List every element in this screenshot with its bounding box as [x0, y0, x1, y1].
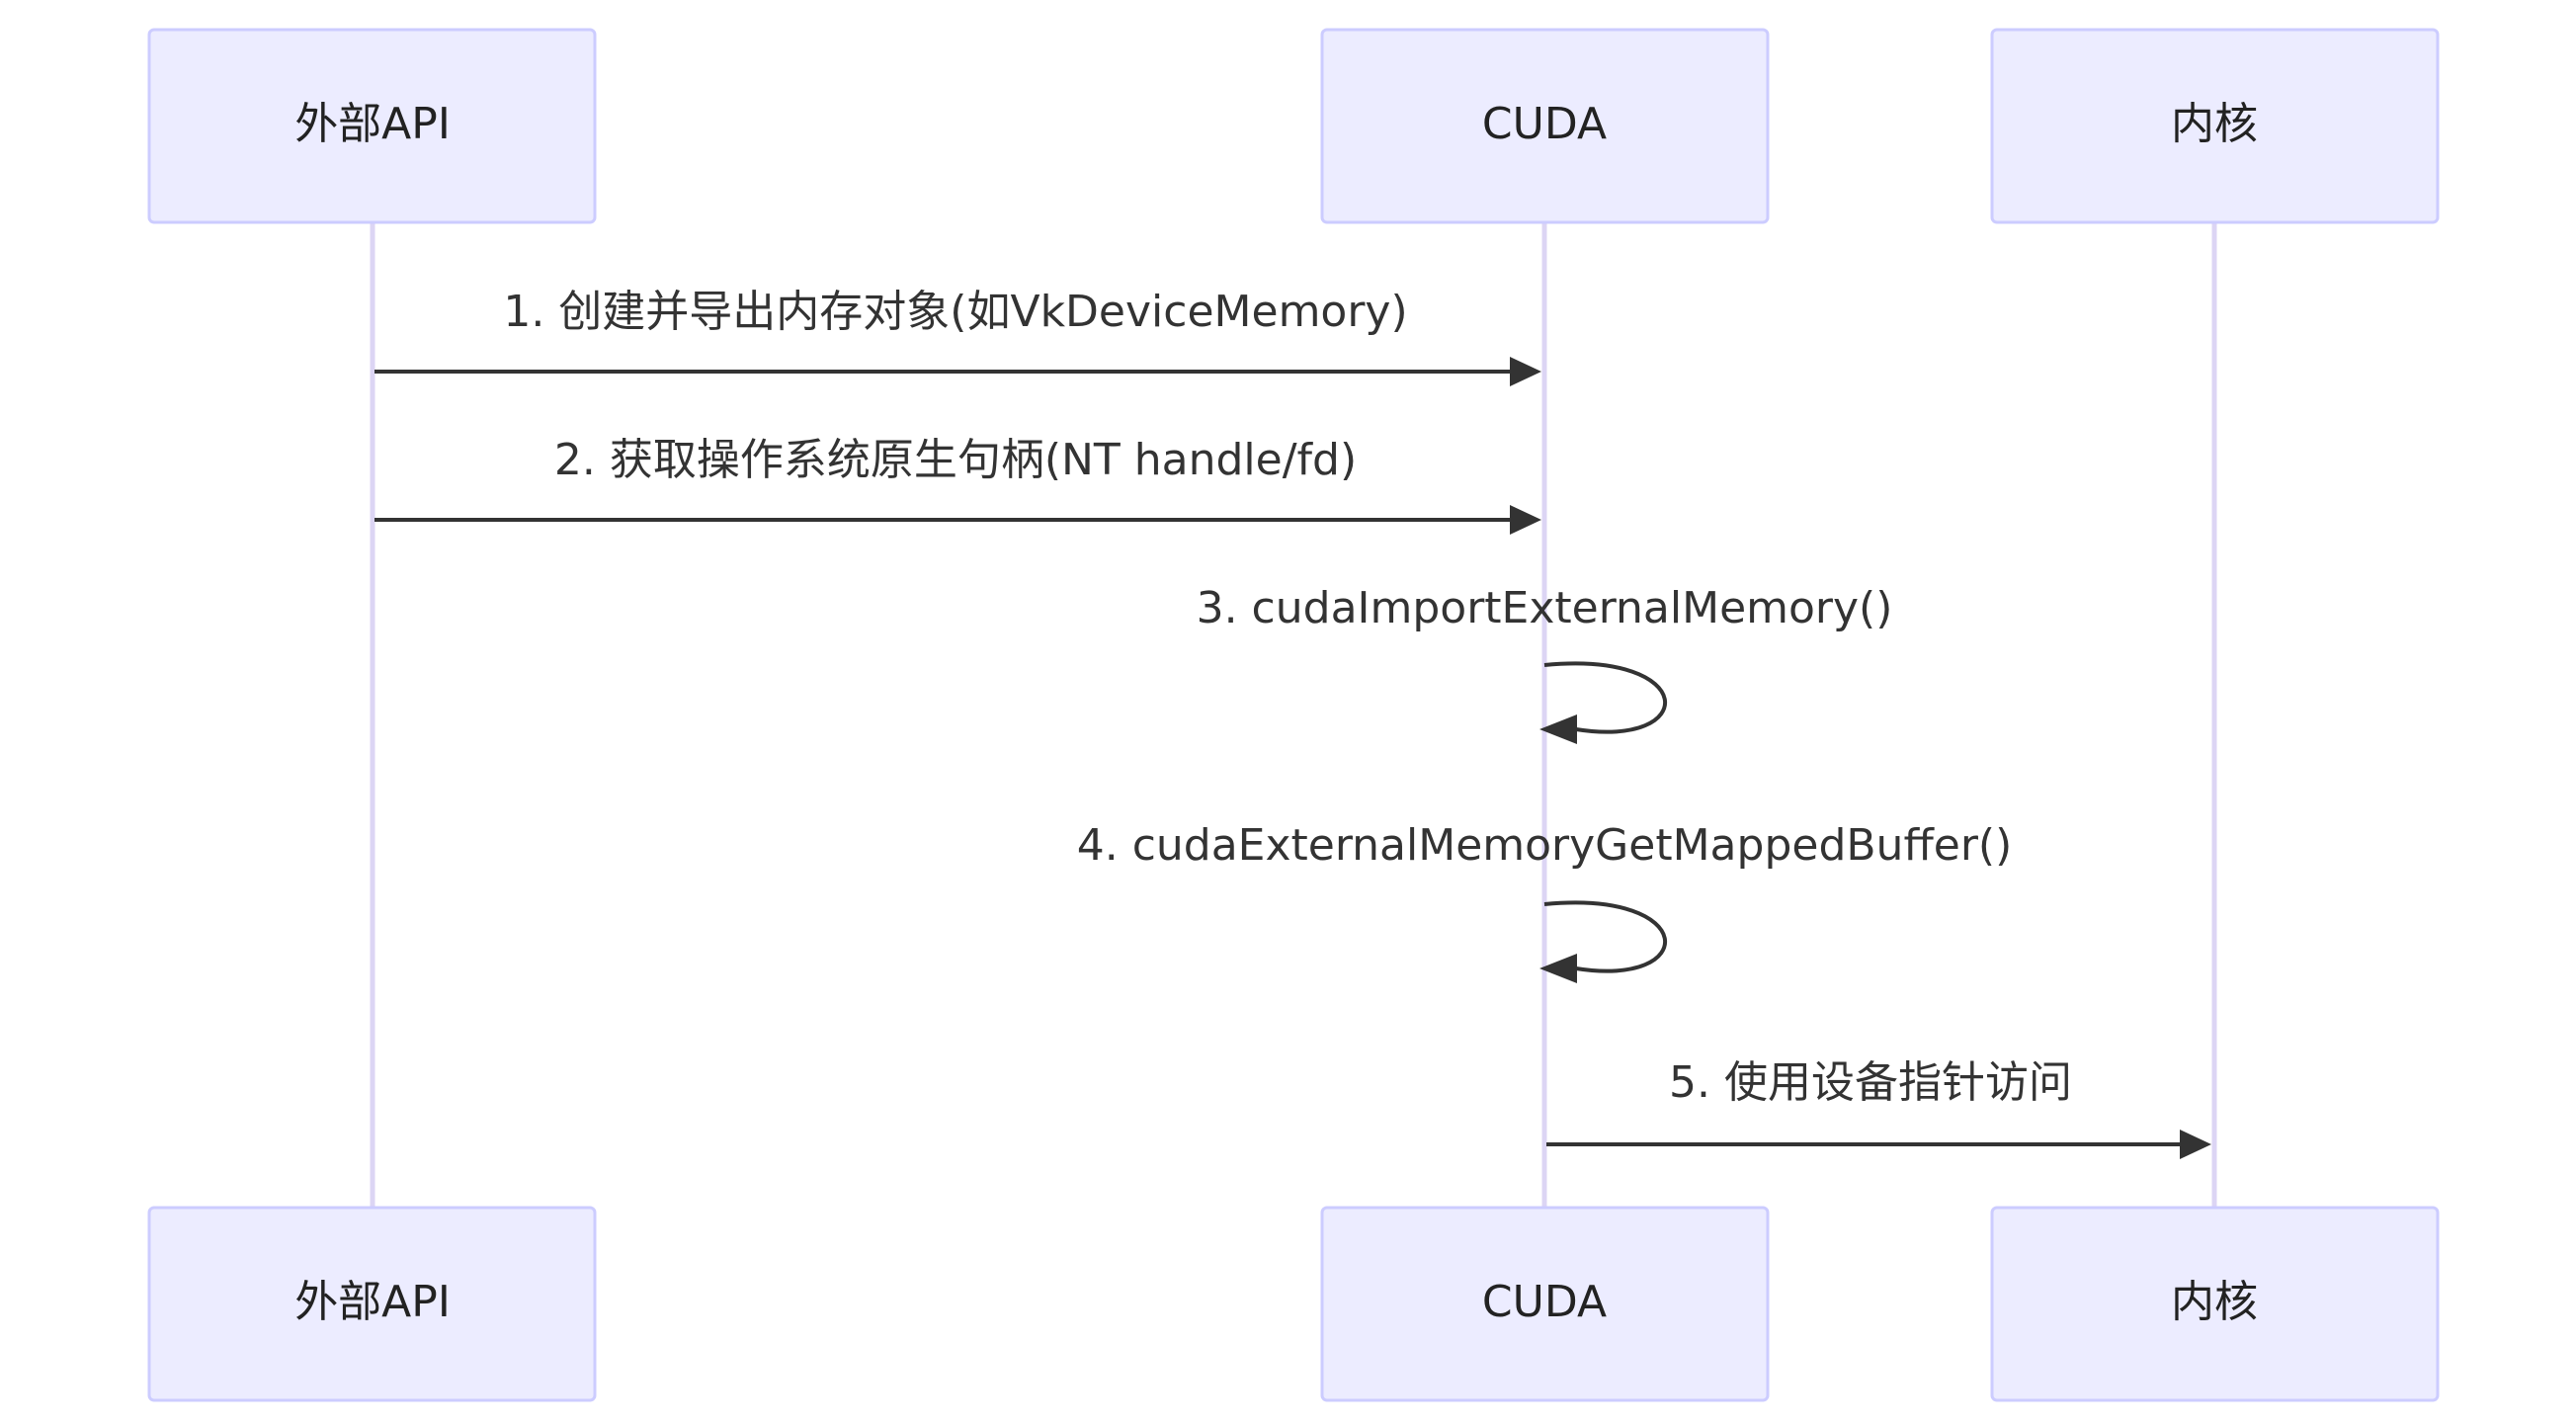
actor-label: CUDA	[1482, 99, 1607, 149]
actor-external-api-bottom: 外部API	[147, 1206, 597, 1402]
actor-label: 内核	[2171, 1277, 2258, 1327]
actor-cuda-top: CUDA	[1320, 28, 1770, 224]
message-label: 2. 获取操作系统原生句柄(NT handle/fd)	[554, 435, 1357, 485]
actor-kernel-bottom: 内核	[1990, 1206, 2440, 1402]
arrowhead-icon	[1510, 505, 1541, 535]
sequence-diagram: 外部API CUDA 内核 外部API CUDA 内核 1. 创建并导出内存对象…	[0, 0, 2576, 1426]
message-label: 1. 创建并导出内存对象(如VkDeviceMemory)	[503, 287, 1407, 337]
message-1: 1. 创建并导出内存对象(如VkDeviceMemory)	[374, 287, 1541, 386]
arrowhead-icon	[2180, 1130, 2211, 1159]
actor-label: CUDA	[1482, 1277, 1607, 1327]
message-5: 5. 使用设备指针访问	[1546, 1057, 2211, 1159]
actor-kernel-top: 内核	[1990, 28, 2440, 224]
message-label: 4. cudaExternalMemoryGetMappedBuffer()	[1077, 820, 2013, 871]
message-2: 2. 获取操作系统原生句柄(NT handle/fd)	[374, 435, 1541, 535]
actor-label: 内核	[2171, 99, 2258, 149]
message-label: 5. 使用设备指针访问	[1669, 1057, 2072, 1108]
actor-cuda-bottom: CUDA	[1320, 1206, 1770, 1402]
message-label: 3. cudaImportExternalMemory()	[1197, 583, 1893, 633]
arrowhead-icon	[1510, 357, 1541, 386]
actor-label: 外部API	[294, 1277, 451, 1327]
diagram-canvas: 外部API CUDA 内核 外部API CUDA 内核 1. 创建并导出内存对象…	[147, 28, 2440, 1402]
actor-label: 外部API	[294, 99, 451, 149]
actor-external-api-top: 外部API	[147, 28, 597, 224]
